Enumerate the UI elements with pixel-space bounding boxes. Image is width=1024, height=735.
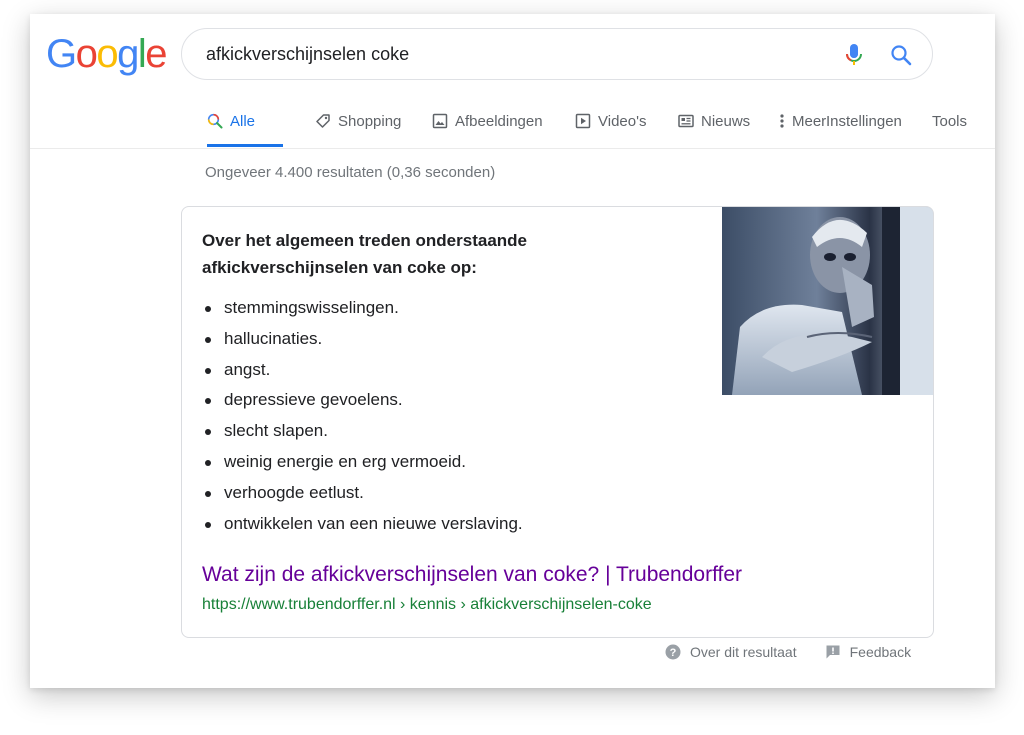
microphone-icon[interactable] [844, 43, 864, 67]
list-item: slecht slapen. [202, 416, 523, 447]
search-results-window: Google afkickverschijnselen coke Alle Sh… [30, 14, 995, 688]
snippet-footer: ? Over dit resultaat Feedback [665, 644, 911, 660]
about-result-link[interactable]: ? Over dit resultaat [665, 644, 797, 660]
result-stats: Ongeveer 4.400 resultaten (0,36 seconden… [205, 164, 496, 181]
search-tabs: Alle Shopping Afbeeldingen Video's Nieuw… [194, 96, 994, 148]
snippet-heading: Over het algemeen treden onderstaande af… [202, 231, 527, 277]
help-icon: ? [665, 644, 681, 660]
result-title-link[interactable]: Wat zijn de afkickverschijnselen van cok… [202, 563, 742, 587]
list-item: stemmingswisselingen. [202, 293, 523, 324]
logo-letter: o [96, 32, 118, 76]
image-icon [432, 113, 448, 129]
about-result-label: Over dit resultaat [690, 644, 797, 660]
tab-label: Nieuws [701, 112, 751, 130]
logo-letter: g [117, 32, 139, 76]
list-item: verhoogde eetlust. [202, 478, 523, 509]
featured-snippet: Over het algemeen treden onderstaande af… [181, 206, 934, 638]
list-item: ontwikkelen van een nieuwe verslaving. [202, 509, 523, 540]
list-item: depressieve gevoelens. [202, 385, 523, 416]
search-box [181, 28, 933, 80]
logo-letter: o [75, 32, 98, 76]
search-icon [207, 113, 223, 129]
search-icon[interactable] [889, 43, 913, 67]
feedback-label: Feedback [849, 644, 912, 660]
tag-icon [315, 113, 331, 129]
tab-label: Instellingen [826, 112, 902, 130]
tab-alle[interactable]: Alle [207, 96, 283, 147]
tab-label: Tools [932, 112, 968, 130]
tab-nieuws[interactable]: Nieuws [678, 96, 750, 146]
tab-label: Shopping [338, 112, 402, 130]
feedback-icon [825, 644, 841, 660]
snippet-list: stemmingswisselingen. hallucinaties. ang… [202, 293, 523, 539]
snippet-thumbnail[interactable] [722, 207, 933, 395]
list-item: weinig energie en erg vermoeid. [202, 447, 523, 478]
result-url[interactable]: https://www.trubendorffer.nl › kennis › … [202, 596, 652, 614]
logo-letter: l [137, 32, 147, 76]
google-logo[interactable]: Google [46, 32, 167, 76]
tab-instellingen[interactable]: Instellingen [826, 96, 902, 146]
tab-label: Afbeeldingen [455, 112, 543, 130]
tab-label: Video's [598, 112, 647, 130]
tab-videos[interactable]: Video's [575, 96, 646, 146]
play-icon [575, 113, 591, 129]
feedback-link[interactable]: Feedback [825, 644, 911, 660]
svg-text:?: ? [670, 647, 677, 659]
search-input[interactable] [206, 41, 806, 67]
header-divider [30, 148, 995, 149]
tab-shopping[interactable]: Shopping [315, 96, 401, 146]
tab-meer[interactable]: Meer [779, 96, 826, 146]
logo-letter: G [46, 32, 77, 76]
list-item: hallucinaties. [202, 324, 523, 355]
news-icon [678, 113, 694, 129]
tab-label: Meer [792, 112, 827, 130]
tab-afbeeldingen[interactable]: Afbeeldingen [432, 96, 543, 146]
logo-letter: e [145, 32, 167, 76]
active-tab-indicator [207, 144, 283, 147]
tab-label: Alle [230, 112, 256, 130]
tab-tools[interactable]: Tools [932, 96, 967, 146]
list-item: angst. [202, 355, 523, 386]
more-vertical-icon [779, 113, 785, 129]
